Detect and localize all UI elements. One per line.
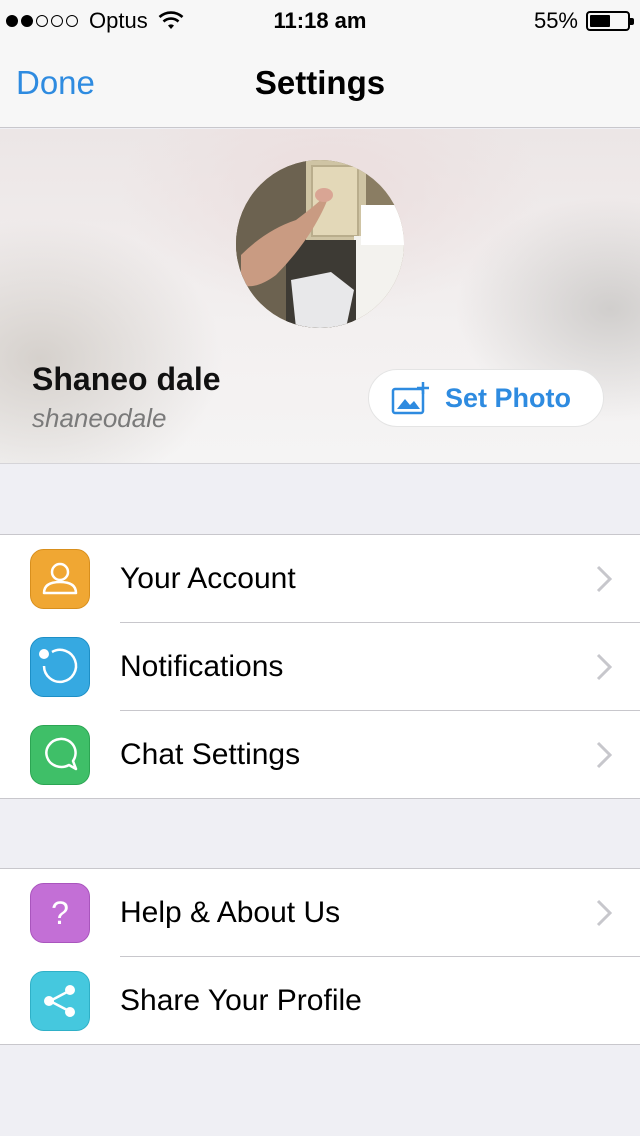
chevron-right-icon bbox=[596, 565, 612, 593]
person-icon bbox=[30, 549, 90, 609]
battery-icon bbox=[586, 11, 634, 31]
avatar[interactable] bbox=[236, 160, 404, 328]
add-photo-icon bbox=[391, 382, 429, 415]
battery-fill bbox=[590, 15, 610, 27]
row-label: Your Account bbox=[120, 562, 296, 595]
settings-group-help: ? Help & About Us Share Your Profile bbox=[0, 868, 640, 1045]
chevron-right-icon bbox=[596, 653, 612, 681]
row-label: Share Your Profile bbox=[120, 984, 362, 1017]
settings-group-main: Your Account Notifications Chat Settings bbox=[0, 534, 640, 799]
notification-icon bbox=[30, 637, 90, 697]
row-label: Notifications bbox=[120, 650, 284, 683]
page-title: Settings bbox=[254, 64, 386, 101]
row-label: Chat Settings bbox=[120, 738, 301, 771]
status-bar: Optus 11:18 am 55% bbox=[0, 0, 640, 40]
notifications-row[interactable]: Notifications bbox=[0, 622, 640, 711]
battery-percent: 55% bbox=[533, 8, 578, 33]
svg-text:?: ? bbox=[51, 895, 69, 931]
share-icon bbox=[30, 971, 90, 1031]
profile-header: Shaneo dale shaneodale Set Photo bbox=[0, 129, 640, 464]
help-about-row[interactable]: ? Help & About Us bbox=[0, 869, 640, 957]
share-profile-row[interactable]: Share Your Profile bbox=[0, 956, 640, 1045]
chat-bubble-icon bbox=[30, 725, 90, 785]
your-account-row[interactable]: Your Account bbox=[0, 535, 640, 623]
status-right: 55% bbox=[533, 8, 634, 34]
set-photo-label: Set Photo bbox=[445, 382, 571, 413]
chevron-right-icon bbox=[596, 741, 612, 769]
battery-nub bbox=[630, 18, 634, 25]
profile-username: shaneodale bbox=[32, 403, 167, 433]
question-icon: ? bbox=[30, 883, 90, 943]
profile-name: Shaneo dale bbox=[32, 361, 221, 397]
set-photo-button[interactable]: Set Photo bbox=[368, 369, 604, 427]
avatar-photo bbox=[236, 160, 404, 328]
navigation-bar: Done Settings bbox=[0, 40, 640, 128]
chat-settings-row[interactable]: Chat Settings bbox=[0, 710, 640, 799]
chevron-right-icon bbox=[596, 899, 612, 927]
row-label: Help & About Us bbox=[120, 896, 341, 929]
